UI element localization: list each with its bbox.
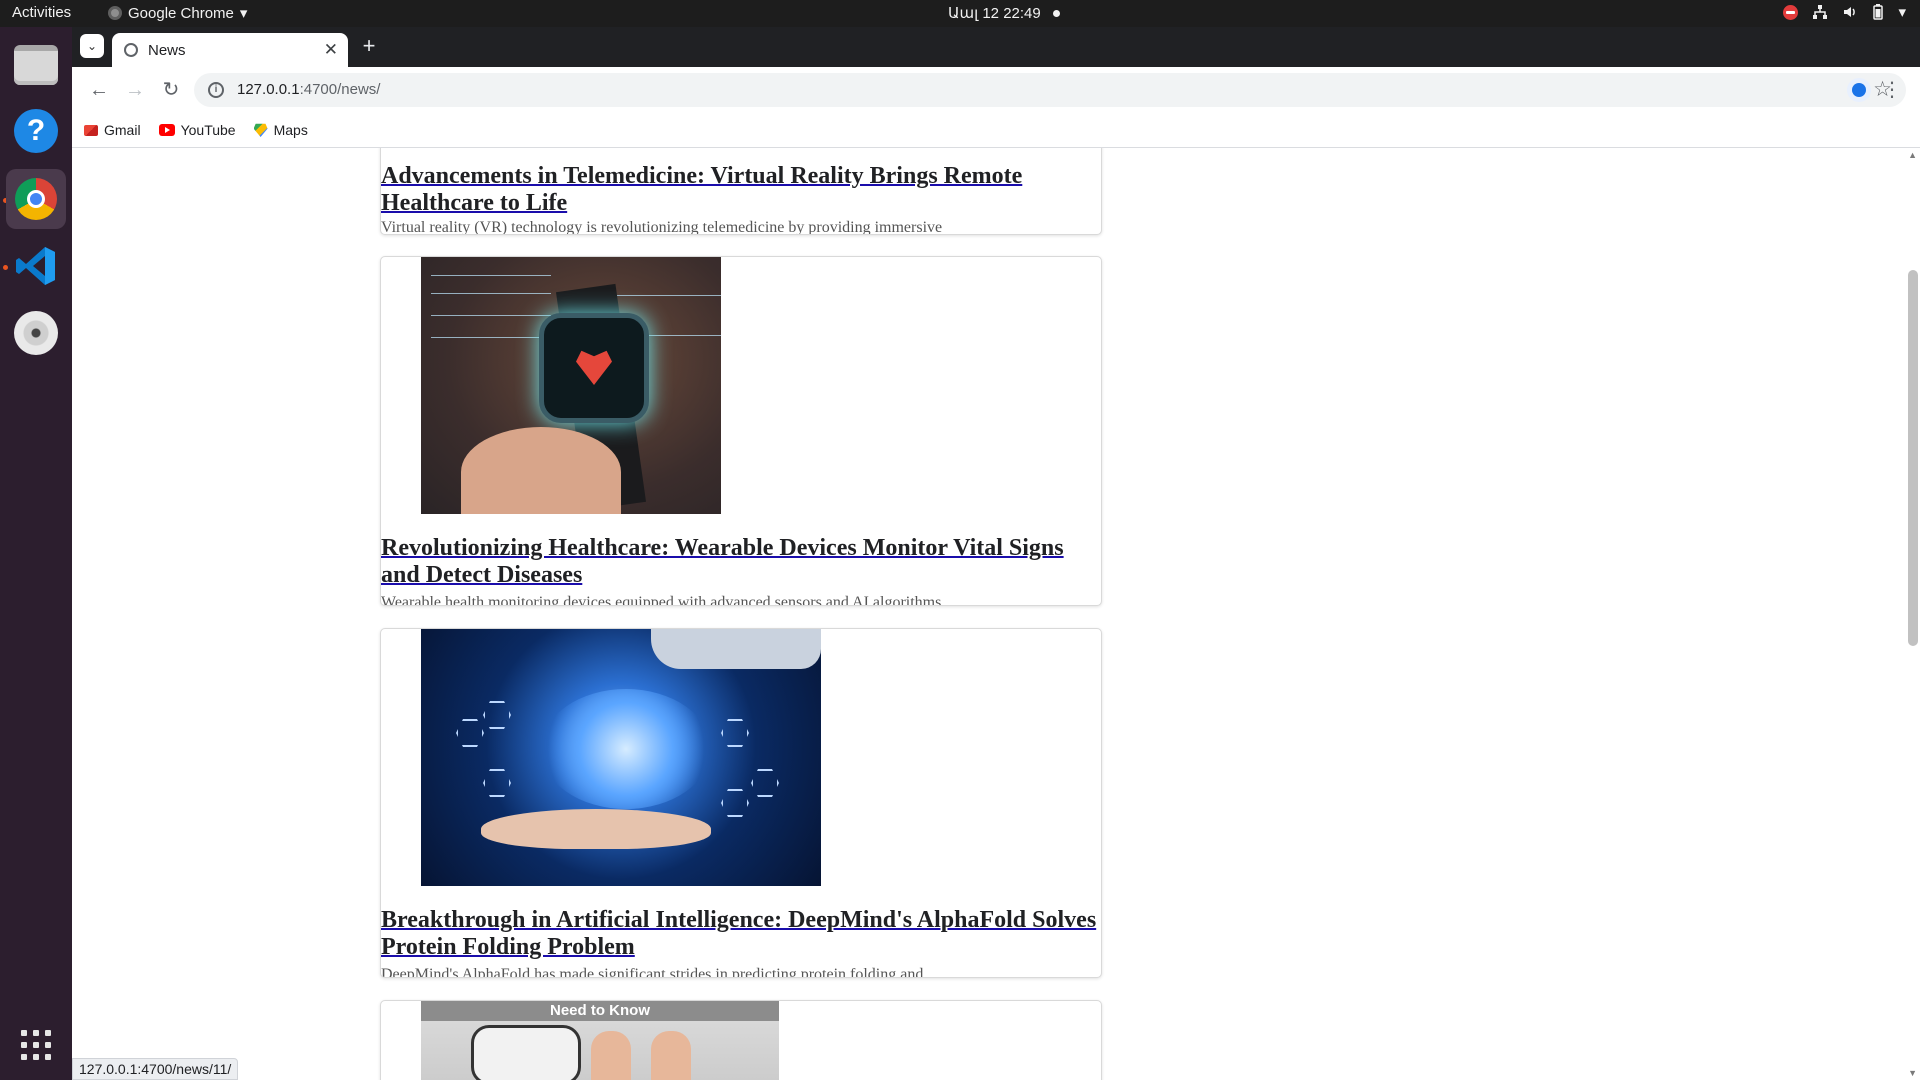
chevron-down-icon: ▾ (239, 5, 248, 22)
scroll-down-arrow-icon[interactable]: ▼ (1908, 1068, 1917, 1078)
news-card: Advancements in Telemedicine: Virtual Re… (380, 148, 1102, 235)
scrollbar-thumb[interactable] (1908, 270, 1918, 646)
dvd-icon (14, 311, 58, 355)
arrow-right-icon: → (125, 79, 145, 101)
address-bar[interactable]: i 127.0.0.1:4700/news/ ☆ (194, 73, 1906, 107)
volume-icon (1844, 7, 1856, 17)
app-menu[interactable]: Google Chrome ▾ (108, 4, 247, 22)
url-host: 127.0.0.1 (237, 81, 300, 98)
bookmark-label: YouTube (180, 122, 236, 138)
bookmarks-bar: Gmail YouTube Maps (72, 113, 1920, 148)
news-title-link[interactable]: Breakthrough in Artificial Intelligence:… (381, 907, 1101, 961)
image-banner-text: Need to Know (421, 1001, 779, 1021)
system-tray[interactable]: ▾ (1783, 3, 1906, 21)
dock-chrome[interactable] (6, 169, 66, 229)
chevron-down-icon: ▾ (1898, 4, 1906, 21)
more-menu-icon[interactable]: ⋮ (1882, 77, 1902, 103)
news-snippet: Virtual reality (VR) technology is revol… (381, 219, 943, 235)
chevron-down-icon: ⌄ (86, 39, 98, 53)
news-snippet: DeepMind's AlphaFold has made significan… (381, 966, 924, 978)
clock-label: Աալ 12 22:49 (948, 5, 1041, 22)
reload-button[interactable]: ↻ (158, 77, 184, 103)
link-status-bubble: 127.0.0.1:4700/news/11/ (72, 1058, 239, 1080)
battery-icon (1873, 4, 1884, 20)
system-top-bar: Activities Google Chrome ▾ Աալ 12 22:49 … (0, 0, 1920, 27)
dock-files[interactable] (6, 35, 66, 95)
news-image[interactable]: Need to Know (421, 1001, 779, 1080)
bookmark-gmail[interactable]: Gmail (84, 122, 141, 138)
dock-show-apps[interactable] (6, 1015, 66, 1075)
profile-icon[interactable] (1847, 78, 1871, 102)
page-viewport: Advancements in Telemedicine: Virtual Re… (72, 148, 1920, 1080)
scroll-up-arrow-icon[interactable]: ▲ (1908, 150, 1917, 160)
site-info-icon[interactable]: i (208, 82, 224, 98)
tab-title: News (148, 41, 186, 59)
dock-dvd[interactable] (6, 303, 66, 363)
news-card: Breakthrough in Artificial Intelligence:… (380, 628, 1102, 978)
do-not-disturb-icon (1783, 4, 1799, 20)
bookmark-youtube[interactable]: YouTube (158, 122, 236, 138)
news-image[interactable] (421, 257, 721, 514)
activities-button[interactable]: Activities (12, 4, 71, 21)
help-icon: ? (14, 109, 58, 153)
tab-search-button[interactable]: ⌄ (80, 34, 104, 58)
gmail-icon (84, 124, 98, 136)
chrome-icon (15, 178, 57, 220)
network-icon (1813, 5, 1828, 19)
browser-toolbar: ← → ↻ i 127.0.0.1:4700/news/ ☆ ⋮ (72, 67, 1920, 113)
back-button[interactable]: ← (86, 77, 112, 103)
vscode-icon (16, 247, 55, 285)
globe-icon (124, 43, 138, 57)
news-card: Revolutionizing Healthcare: Wearable Dev… (380, 256, 1102, 606)
forward-button[interactable]: → (122, 77, 148, 103)
show-apps-icon (21, 1030, 51, 1060)
notification-dot-icon (1052, 9, 1060, 17)
bookmark-label: Maps (273, 122, 308, 138)
reload-icon: ↻ (162, 79, 180, 101)
tab-news[interactable]: News ✕ (112, 33, 348, 67)
dock: ? (0, 27, 72, 1080)
chrome-mini-icon (108, 6, 122, 20)
scrollbar[interactable]: ▲ ▼ (1905, 148, 1920, 1080)
bookmark-maps[interactable]: Maps (253, 122, 308, 138)
youtube-icon (158, 124, 175, 136)
files-icon (14, 45, 58, 85)
dock-help[interactable]: ? (6, 101, 66, 161)
bookmark-label: Gmail (104, 122, 141, 138)
close-icon[interactable]: ✕ (324, 40, 338, 60)
news-card: Need to Know (380, 1000, 1102, 1080)
news-title-link[interactable]: Revolutionizing Healthcare: Wearable Dev… (381, 535, 1101, 589)
news-snippet: Wearable health monitoring devices equip… (381, 594, 942, 606)
url-text[interactable]: 127.0.0.1:4700/news/ (237, 81, 380, 98)
app-menu-label: Google Chrome (128, 4, 234, 22)
tab-strip: ⌄ News ✕ + (72, 27, 1920, 67)
clock[interactable]: Աալ 12 22:49 (948, 4, 1060, 22)
new-tab-button[interactable]: + (356, 34, 382, 60)
dock-vscode[interactable] (6, 236, 66, 296)
url-path: :4700/news/ (299, 81, 381, 98)
maps-icon (253, 123, 268, 137)
arrow-left-icon: ← (89, 79, 109, 101)
news-image[interactable] (421, 629, 821, 886)
news-title-link[interactable]: Advancements in Telemedicine: Virtual Re… (381, 163, 1101, 217)
